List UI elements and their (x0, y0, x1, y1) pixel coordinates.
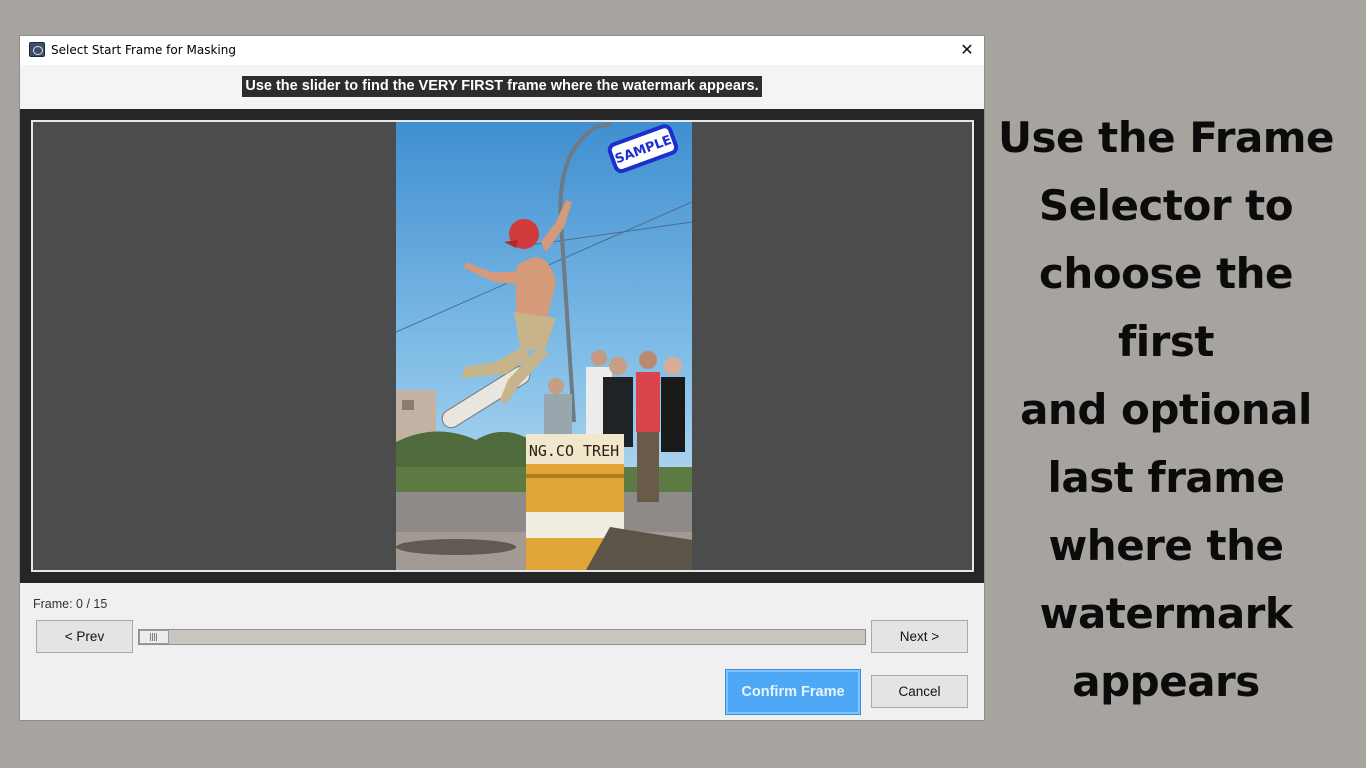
caption-line: and optional (1020, 385, 1312, 434)
close-button[interactable]: ✕ (950, 36, 984, 65)
slider-thumb[interactable] (139, 630, 169, 644)
dialog-title: Select Start Frame for Masking (51, 43, 236, 57)
app-window-icon (29, 42, 45, 57)
video-frame-image: NG.CO TREH SAMPLE (396, 122, 692, 570)
frame-counter: Frame: 0 / 15 (33, 597, 108, 611)
instruction-row: Use the slider to find the VERY FIRST fr… (20, 65, 984, 109)
prev-button[interactable]: < Prev (36, 620, 133, 653)
barrel-text: NG.CO TREH (529, 442, 619, 460)
cancel-button[interactable]: Cancel (871, 675, 968, 708)
caption-line: last frame (1047, 453, 1285, 502)
title-bar: Select Start Frame for Masking ✕ (20, 36, 984, 65)
tutorial-caption: Use the Frame Selector to choose the fir… (990, 104, 1342, 716)
next-button[interactable]: Next > (871, 620, 968, 653)
preview-panel: NG.CO TREH SAMPLE (20, 109, 984, 583)
confirm-frame-button[interactable]: Confirm Frame (725, 669, 861, 715)
caption-line: Selector to (1038, 181, 1294, 230)
caption-line: choose the first (1038, 249, 1294, 366)
grip-icon (150, 633, 158, 641)
caption-line: appears (1072, 657, 1260, 706)
caption-line: Use the Frame (997, 113, 1335, 162)
close-icon: ✕ (960, 40, 974, 59)
frame-selector-dialog: Select Start Frame for Masking ✕ Use the… (19, 35, 985, 721)
frame-slider[interactable] (138, 629, 866, 645)
caption-line: where the (1048, 521, 1284, 570)
instruction-text: Use the slider to find the VERY FIRST fr… (242, 76, 762, 97)
screen: Select Start Frame for Masking ✕ Use the… (0, 0, 1366, 768)
caption-line: watermark (1039, 589, 1293, 638)
frame-preview: NG.CO TREH SAMPLE (31, 120, 974, 572)
